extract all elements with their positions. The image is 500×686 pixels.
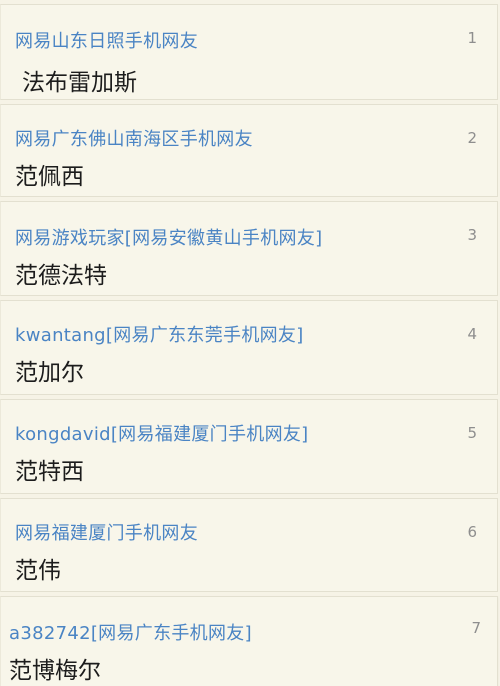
comment-author[interactable]: a382742[网易广东手机网友] — [9, 619, 252, 645]
floor-number: 5 — [467, 424, 477, 442]
comment-text: 范博梅尔 — [9, 658, 101, 684]
floor-number: 7 — [471, 619, 481, 637]
floor-number: 6 — [467, 523, 477, 541]
floor-number: 1 — [467, 29, 477, 47]
floor-number: 3 — [467, 226, 477, 244]
comment-item[interactable]: a382742[网易广东手机网友] 7 范博梅尔 — [0, 596, 498, 686]
comment-text: 范佩西 — [15, 164, 84, 190]
floor-number: 2 — [467, 129, 477, 147]
comment-author[interactable]: 网易游戏玩家[网易安徽黄山手机网友] — [15, 224, 322, 250]
comment-item[interactable]: kwantang[网易广东东莞手机网友] 4 范加尔 — [0, 300, 498, 395]
comment-text: 范伟 — [15, 558, 61, 584]
comment-author[interactable]: 网易广东佛山南海区手机网友 — [15, 125, 253, 151]
comment-item[interactable]: kongdavid[网易福建厦门手机网友] 5 范特西 — [0, 399, 498, 494]
comment-author[interactable]: kongdavid[网易福建厦门手机网友] — [15, 420, 309, 446]
comment-author[interactable]: kwantang[网易广东东莞手机网友] — [15, 321, 304, 347]
comment-item[interactable]: 网易山东日照手机网友 1 法布雷加斯 — [0, 4, 498, 100]
comment-thread: 网易山东日照手机网友 1 法布雷加斯 网易广东佛山南海区手机网友 2 范佩西 网… — [0, 0, 500, 686]
comment-item[interactable]: 网易游戏玩家[网易安徽黄山手机网友] 3 范德法特 — [0, 201, 498, 296]
comment-text: 法布雷加斯 — [22, 70, 137, 96]
comment-item[interactable]: 网易广东佛山南海区手机网友 2 范佩西 — [0, 104, 498, 197]
comment-text: 范特西 — [15, 459, 84, 485]
comment-text: 范德法特 — [15, 263, 107, 289]
comment-text: 范加尔 — [15, 360, 84, 386]
floor-number: 4 — [467, 325, 477, 343]
comment-author[interactable]: 网易福建厦门手机网友 — [15, 519, 198, 545]
comment-item[interactable]: 网易福建厦门手机网友 6 范伟 — [0, 498, 498, 592]
comment-author[interactable]: 网易山东日照手机网友 — [15, 27, 198, 53]
